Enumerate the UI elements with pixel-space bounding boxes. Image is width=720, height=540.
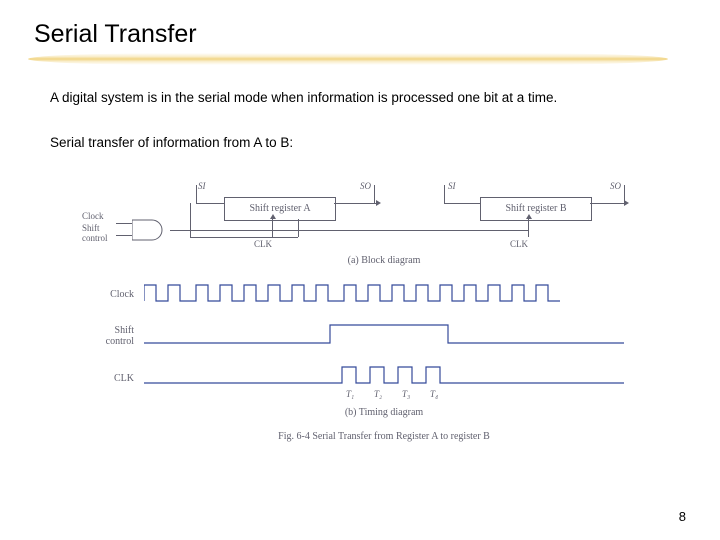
figure-caption: Fig. 6-4 Serial Transfer from Register A… [74, 431, 694, 442]
clock-waveform [144, 283, 624, 303]
label-clock: Clock [82, 211, 104, 221]
and-gate-icon [132, 219, 170, 241]
label-so-a: SO [360, 181, 371, 191]
timing-label-shift: Shift control [74, 325, 134, 347]
timing-label-clock: Clock [74, 289, 134, 300]
label-si-a: SI [198, 181, 206, 191]
label-clk-b: CLK [510, 239, 528, 249]
clk-gated-waveform [144, 365, 624, 387]
page-title: Serial Transfer [34, 20, 686, 49]
title-underline [28, 53, 668, 65]
shift-control-waveform [144, 321, 624, 347]
t2-label: T₂ [374, 389, 382, 399]
label-clk-a: CLK [254, 239, 272, 249]
paragraph-1: A digital system is in the serial mode w… [50, 89, 686, 108]
t3-label: T₃ [402, 389, 410, 399]
shift-register-a: Shift register A [224, 197, 336, 221]
label-si-b: SI [448, 181, 456, 191]
page-number: 8 [679, 509, 686, 524]
label-so-b: SO [610, 181, 621, 191]
figure-area: SI Shift register A SO SI Shift register… [74, 167, 694, 477]
slide: Serial Transfer A digital system is in t… [0, 0, 720, 540]
caption-block-diagram: (a) Block diagram [74, 255, 694, 266]
paragraph-2: Serial transfer of information from A to… [50, 134, 686, 153]
t4-label: T₄ [430, 389, 438, 399]
shift-register-b: Shift register B [480, 197, 592, 221]
timing-label-clk: CLK [74, 373, 134, 384]
caption-timing-diagram: (b) Timing diagram [74, 407, 694, 418]
t1-label: T₁ [346, 389, 354, 399]
label-shift-control: Shift control [82, 223, 108, 243]
